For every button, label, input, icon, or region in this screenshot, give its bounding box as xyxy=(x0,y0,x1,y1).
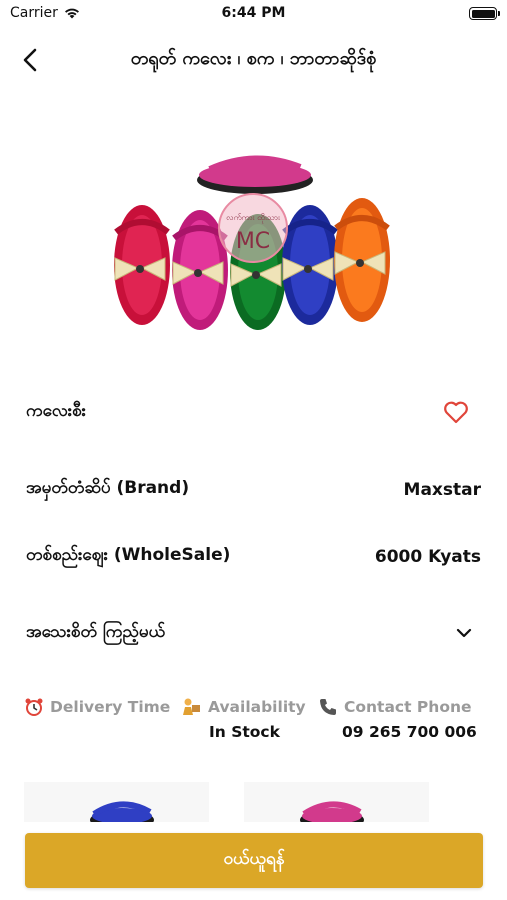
contact-label: Contact Phone xyxy=(344,698,472,716)
delivery-label: Delivery Time xyxy=(50,698,171,716)
wholesale-value: 6000 Kyats xyxy=(374,546,481,567)
heart-icon xyxy=(444,401,468,424)
brand-row: အမှတ်တံဆိပ် (Brand) Maxstar xyxy=(26,477,481,502)
category-label: ကလေးစီး xyxy=(26,400,86,421)
chevron-left-icon xyxy=(23,48,37,72)
brand-label: အမှတ်တံဆိပ် (Brand) xyxy=(26,478,190,498)
availability-label: Availability xyxy=(208,698,306,716)
chevron-down-icon xyxy=(456,628,472,638)
related-product-thumbnail[interactable] xyxy=(244,782,429,822)
category-row: ကလေးစီး xyxy=(26,397,481,427)
info-section: Delivery Time Availability In Stock Cont… xyxy=(24,697,483,753)
battery-icon xyxy=(469,7,500,20)
delivery-person-icon xyxy=(183,698,200,715)
delivery-info: Delivery Time xyxy=(24,697,170,723)
phone-icon xyxy=(320,699,336,715)
navigation-bar: တရုတ် ကလေး ၊ စက ၊ ဘာတာဆိုဒ်စုံ xyxy=(0,36,507,84)
contact-info: Contact Phone 09 265 700 006 xyxy=(318,697,477,741)
related-product-thumbnail[interactable] xyxy=(24,782,209,822)
wholesale-row: တစ်စည်းဈေး (WholeSale) 6000 Kyats xyxy=(26,544,481,569)
contact-value[interactable]: 09 265 700 006 xyxy=(318,723,477,741)
related-products xyxy=(24,782,484,822)
status-time: 6:44 PM xyxy=(221,5,286,21)
page-title: တရုတ် ကလေး ၊ စက ၊ ဘာတာဆိုဒ်စုံ xyxy=(130,48,377,69)
logo-text: MC xyxy=(236,229,270,254)
availability-info: Availability In Stock xyxy=(180,697,306,741)
more-details-row[interactable]: အသေးစိတ် ကြည့်မယ် xyxy=(26,618,481,648)
brand-value: Maxstar xyxy=(403,479,481,500)
favorite-button[interactable] xyxy=(441,397,471,427)
availability-value: In Stock xyxy=(209,723,280,741)
back-button[interactable] xyxy=(14,44,46,76)
product-image: လက်ကား ထိုးသား MC xyxy=(100,140,400,335)
alarm-clock-icon xyxy=(25,698,43,716)
more-details-label: အသေးစိတ် ကြည့်မယ် xyxy=(26,621,166,642)
status-bar: Carrier 6:44 PM xyxy=(0,0,507,28)
expand-button[interactable] xyxy=(449,618,479,648)
buy-button[interactable]: ဝယ်ယူရန် xyxy=(25,833,483,888)
wholesale-label: တစ်စည်းဈေး (WholeSale) xyxy=(26,545,231,565)
